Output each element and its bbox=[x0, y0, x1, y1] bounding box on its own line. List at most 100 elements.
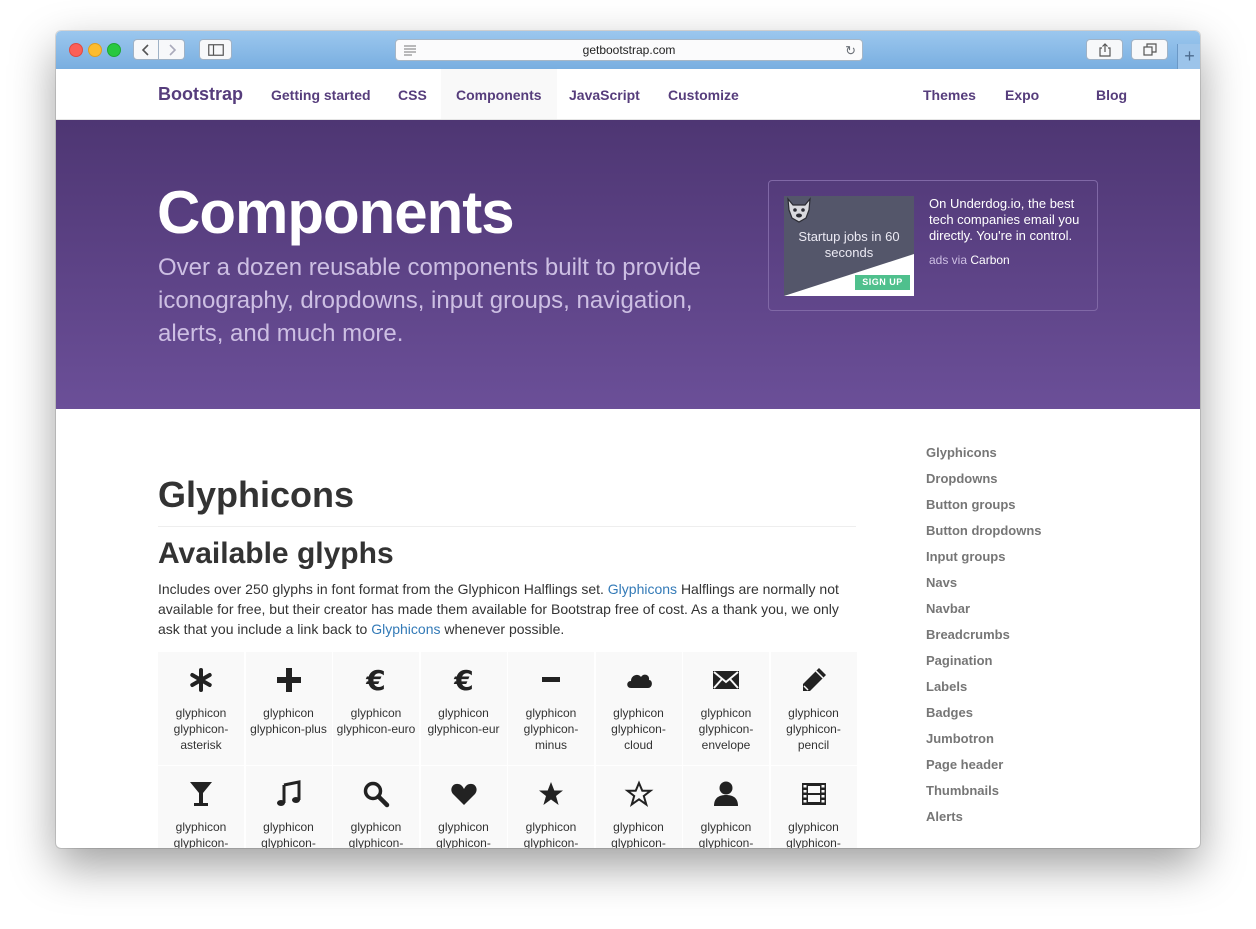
glyph-label: glyphicon glyphicon- bbox=[348, 820, 404, 848]
sidenav-item-labels[interactable]: Labels bbox=[926, 678, 1126, 704]
navbar-brand[interactable]: Bootstrap bbox=[158, 84, 243, 105]
glyphicons-link-2[interactable]: Glyphicons bbox=[371, 621, 440, 637]
cloud-icon bbox=[626, 674, 652, 688]
sidenav-item-breadcrumbs[interactable]: Breadcrumbs bbox=[926, 626, 1126, 652]
page-header: Glyphicons bbox=[158, 474, 856, 527]
ad-signup-button[interactable]: SIGN UP bbox=[855, 275, 910, 290]
carbon-ad: Startup jobs in 60 seconds SIGN UP On Un… bbox=[768, 180, 1098, 311]
sidenav-item-button-dropdowns[interactable]: Button dropdowns bbox=[926, 522, 1126, 548]
plus-icon bbox=[276, 668, 301, 692]
glyph-cell[interactable]: glyphicon glyphicon- bbox=[245, 766, 332, 848]
intro-text-3: whenever possible. bbox=[444, 621, 565, 637]
glyph-cell[interactable]: € glyphicon glyphicon-eur bbox=[420, 652, 507, 765]
sidenav-item-pagination[interactable]: Pagination bbox=[926, 652, 1126, 678]
svg-text:€: € bbox=[365, 665, 385, 695]
new-tab-button[interactable]: + bbox=[1177, 44, 1200, 69]
forward-button[interactable] bbox=[159, 39, 185, 60]
sidenav-item-dropdowns[interactable]: Dropdowns bbox=[926, 470, 1126, 496]
close-window-button[interactable] bbox=[69, 43, 83, 57]
docs-sidenav: Glyphicons Dropdowns Button groups Butto… bbox=[926, 444, 1126, 834]
star-icon bbox=[539, 782, 563, 805]
glyph-label: glyphicon glyphicon-minus bbox=[523, 706, 579, 752]
glyph-cell[interactable]: glyphicon glyphicon- bbox=[595, 766, 682, 848]
nav-javascript[interactable]: JavaScript bbox=[554, 69, 655, 119]
nav-css[interactable]: CSS bbox=[383, 69, 442, 119]
glyph-label: glyphicon glyphicon- bbox=[523, 820, 579, 848]
back-button[interactable] bbox=[133, 39, 159, 60]
sidebar-toggle-button[interactable] bbox=[199, 39, 232, 60]
glyph-label: glyphicon glyphicon- bbox=[173, 820, 229, 848]
glyph-cell[interactable]: glyphicon glyphicon-plus bbox=[245, 652, 332, 765]
glyph-cell[interactable]: glyphicon glyphicon- bbox=[770, 766, 857, 848]
glyph-cell[interactable]: glyphicon glyphicon-cloud bbox=[595, 652, 682, 765]
glyph-cell[interactable]: glyphicon glyphicon- bbox=[420, 766, 507, 848]
nav-blog[interactable]: Blog bbox=[1081, 69, 1142, 119]
section-title: Glyphicons bbox=[158, 474, 355, 515]
glyph-label: glyphicon glyphicon- bbox=[698, 820, 754, 848]
nav-expo[interactable]: Expo bbox=[990, 69, 1054, 119]
maximize-window-button[interactable] bbox=[107, 43, 121, 57]
minimize-window-button[interactable] bbox=[88, 43, 102, 57]
euro-icon: € bbox=[365, 665, 385, 695]
page-hero: Components Over a dozen reusable compone… bbox=[56, 120, 1200, 409]
sidenav-item-button-groups[interactable]: Button groups bbox=[926, 496, 1126, 522]
sidenav-item-input-groups[interactable]: Input groups bbox=[926, 548, 1126, 574]
ad-via-prefix: ads via bbox=[929, 253, 968, 267]
nav-components[interactable]: Components bbox=[441, 69, 557, 119]
glass-icon bbox=[190, 782, 212, 806]
envelope-icon bbox=[713, 671, 739, 689]
sidenav-item-thumbnails[interactable]: Thumbnails bbox=[926, 782, 1126, 808]
glyph-label: glyphicon glyphicon-plus bbox=[250, 706, 327, 736]
nav-customize[interactable]: Customize bbox=[653, 69, 754, 119]
ad-image-text: Startup jobs in 60 seconds bbox=[798, 229, 900, 260]
dog-logo-icon bbox=[787, 197, 811, 223]
hero-title: Components bbox=[157, 179, 515, 246]
minus-icon bbox=[542, 677, 560, 682]
ad-text[interactable]: On Underdog.io, the best tech companies … bbox=[929, 196, 1089, 244]
sidenav-item-navbar[interactable]: Navbar bbox=[926, 600, 1126, 626]
sidenav-item-badges[interactable]: Badges bbox=[926, 704, 1126, 730]
sidenav-item-jumbotron[interactable]: Jumbotron bbox=[926, 730, 1126, 756]
glyph-cell[interactable]: glyphicon glyphicon-pencil bbox=[770, 652, 857, 765]
glyph-label: glyphicon glyphicon-asterisk bbox=[173, 706, 229, 752]
reload-icon[interactable]: ↻ bbox=[845, 43, 856, 59]
glyph-label: glyphicon glyphicon- bbox=[436, 820, 491, 848]
glyph-cell[interactable]: glyphicon glyphicon-envelope bbox=[683, 652, 769, 765]
share-button[interactable] bbox=[1086, 39, 1123, 60]
star-empty-icon bbox=[624, 780, 653, 807]
glyph-cell[interactable]: glyphicon glyphicon- bbox=[683, 766, 769, 848]
sidenav-item-page-header[interactable]: Page header bbox=[926, 756, 1126, 782]
eur-icon: € bbox=[453, 665, 473, 695]
glyph-cell[interactable]: glyphicon glyphicon- bbox=[333, 766, 419, 848]
hero-lead: Over a dozen reusable components built t… bbox=[158, 254, 701, 347]
nav-getting-started[interactable]: Getting started bbox=[256, 69, 386, 119]
search-icon bbox=[363, 781, 390, 808]
sidenav-item-glyphicons[interactable]: Glyphicons bbox=[926, 444, 1126, 470]
site-navbar: Bootstrap Getting started CSS Components… bbox=[56, 69, 1200, 120]
glyph-label: glyphicon glyphicon- bbox=[611, 820, 666, 848]
page-content: Bootstrap Getting started CSS Components… bbox=[56, 69, 1200, 848]
address-bar[interactable]: getbootstrap.com ↻ bbox=[395, 39, 863, 61]
tab-overview-button[interactable] bbox=[1131, 39, 1168, 60]
carbon-link[interactable]: Carbon bbox=[970, 253, 1009, 267]
glyph-cell[interactable]: glyphicon glyphicon- bbox=[508, 766, 594, 848]
sidenav-item-navs[interactable]: Navs bbox=[926, 574, 1126, 600]
chevron-left-icon bbox=[141, 43, 149, 56]
glyph-label: glyphicon glyphicon-euro bbox=[336, 706, 416, 736]
asterisk-icon bbox=[190, 668, 212, 692]
nav-themes[interactable]: Themes bbox=[908, 69, 991, 119]
ad-image[interactable]: Startup jobs in 60 seconds SIGN UP bbox=[784, 196, 914, 296]
sidenav-item-alerts[interactable]: Alerts bbox=[926, 808, 1126, 834]
glyph-label: glyphicon glyphicon- bbox=[261, 820, 316, 848]
chevron-right-icon bbox=[168, 43, 176, 56]
share-icon bbox=[1098, 42, 1111, 57]
glyph-cell[interactable]: glyphicon glyphicon-minus bbox=[508, 652, 594, 765]
sidebar-icon bbox=[207, 43, 224, 56]
glyph-label: glyphicon glyphicon- bbox=[786, 820, 841, 848]
browser-window: getbootstrap.com ↻ + Bootstrap Getting s… bbox=[56, 31, 1200, 848]
glyphicons-link[interactable]: Glyphicons bbox=[608, 581, 677, 597]
glyph-cell[interactable]: € glyphicon glyphicon-euro bbox=[333, 652, 419, 765]
glyph-cell[interactable]: glyphicon glyphicon- bbox=[158, 766, 244, 848]
glyph-label: glyphicon glyphicon-pencil bbox=[786, 706, 841, 752]
glyph-cell[interactable]: glyphicon glyphicon-asterisk bbox=[158, 652, 244, 765]
